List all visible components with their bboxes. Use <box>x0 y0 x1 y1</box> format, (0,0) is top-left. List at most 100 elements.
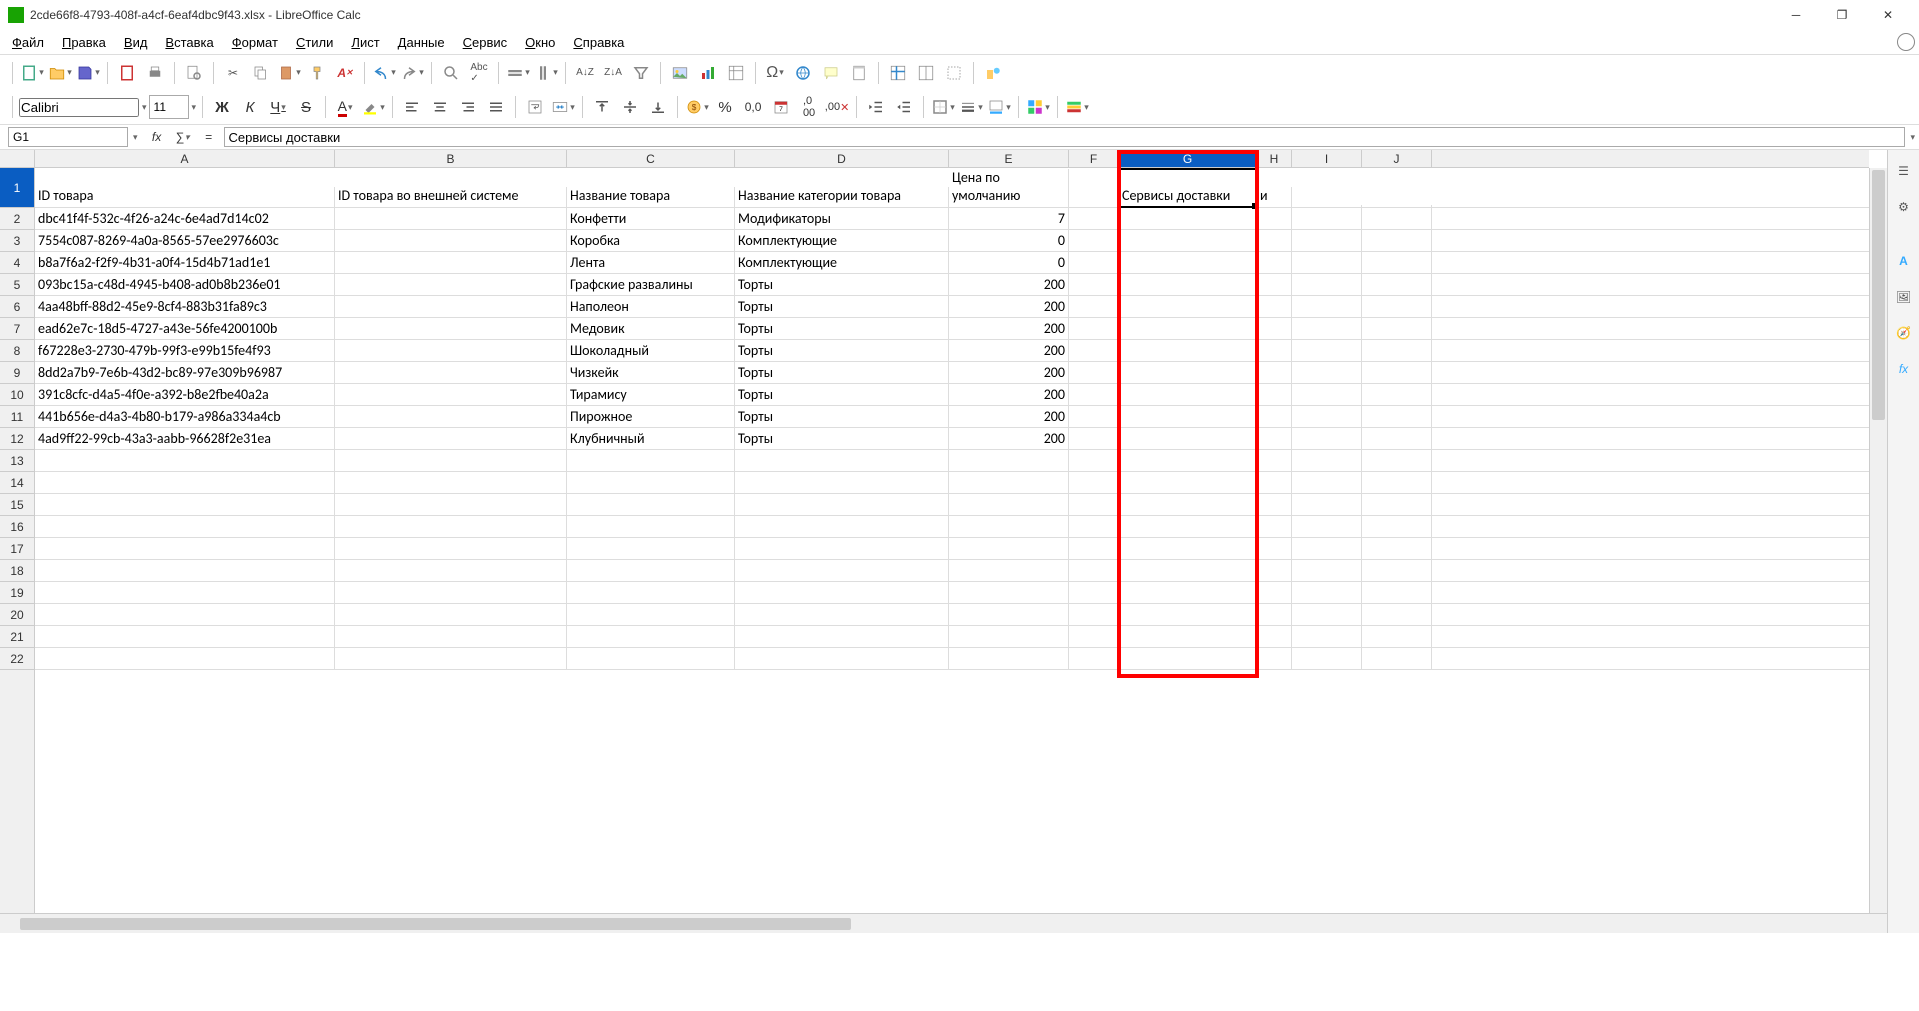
cell[interactable] <box>1069 472 1119 493</box>
cell[interactable] <box>1292 604 1362 625</box>
cell[interactable] <box>1119 406 1257 427</box>
cell[interactable] <box>1119 604 1257 625</box>
cell[interactable] <box>1362 626 1432 647</box>
cell[interactable] <box>1362 274 1432 295</box>
functions-icon[interactable]: fx <box>1891 356 1917 382</box>
wrap-text-button[interactable] <box>522 94 548 120</box>
cell[interactable] <box>1292 230 1362 251</box>
cell[interactable] <box>567 560 735 581</box>
cell[interactable] <box>1362 560 1432 581</box>
row-header-16[interactable]: 16 <box>0 516 34 538</box>
cell[interactable] <box>1119 472 1257 493</box>
properties-icon[interactable]: ⚙ <box>1891 194 1917 220</box>
menu-вставка[interactable]: Вставка <box>157 32 221 53</box>
cell[interactable] <box>335 252 567 273</box>
cell[interactable]: Наполеон <box>567 296 735 317</box>
row-headers[interactable]: 12345678910111213141516171819202122 <box>0 168 35 913</box>
cell[interactable] <box>1292 538 1362 559</box>
cell[interactable] <box>1292 648 1362 669</box>
cell[interactable] <box>735 494 949 515</box>
cell[interactable] <box>1257 626 1292 647</box>
sidebar-menu-icon[interactable]: ☰ <box>1891 158 1917 184</box>
cell[interactable]: Название категории товара <box>735 187 949 207</box>
row-header-22[interactable]: 22 <box>0 648 34 670</box>
cell[interactable] <box>1069 340 1119 361</box>
cell[interactable] <box>1069 428 1119 449</box>
cell[interactable]: 200 <box>949 318 1069 339</box>
row-header-18[interactable]: 18 <box>0 560 34 582</box>
spellcheck-button[interactable]: Abc✓ <box>466 60 492 86</box>
undo-button[interactable]: ▾ <box>371 60 397 86</box>
cell[interactable] <box>1257 428 1292 449</box>
cell[interactable] <box>1362 296 1432 317</box>
cell[interactable] <box>1362 205 1432 207</box>
cell[interactable]: ead62e7c-18d5-4727-a43e-56fe4200100b <box>35 318 335 339</box>
menu-вид[interactable]: Вид <box>116 32 156 53</box>
cell[interactable] <box>1362 538 1432 559</box>
cell[interactable]: Комплектующие <box>735 230 949 251</box>
cell[interactable] <box>567 450 735 471</box>
cell[interactable] <box>949 516 1069 537</box>
cell[interactable] <box>735 582 949 603</box>
cell[interactable]: dbc41f4f-532c-4f26-a24c-6e4ad7d14c02 <box>35 208 335 229</box>
clear-formatting-button[interactable]: A✕ <box>332 60 358 86</box>
minimize-button[interactable]: ─ <box>1773 0 1819 30</box>
cell[interactable] <box>1257 560 1292 581</box>
cell[interactable] <box>949 472 1069 493</box>
menu-окно[interactable]: Окно <box>517 32 563 53</box>
row-header-10[interactable]: 10 <box>0 384 34 406</box>
cell[interactable]: Комплектующие <box>735 252 949 273</box>
close-button[interactable]: ✕ <box>1865 0 1911 30</box>
cell[interactable] <box>1362 604 1432 625</box>
row-header-13[interactable]: 13 <box>0 450 34 472</box>
cell[interactable]: ID товара <box>35 187 335 207</box>
cell[interactable] <box>335 626 567 647</box>
paste-button[interactable]: ▾ <box>276 60 302 86</box>
cell[interactable] <box>1292 362 1362 383</box>
align-right-button[interactable] <box>455 94 481 120</box>
cell[interactable] <box>1069 205 1119 207</box>
cell[interactable] <box>949 494 1069 515</box>
row-header-12[interactable]: 12 <box>0 428 34 450</box>
cell[interactable] <box>1362 472 1432 493</box>
sort-asc-button[interactable]: A↓Z <box>572 60 598 86</box>
cell[interactable] <box>1362 406 1432 427</box>
cell[interactable] <box>335 428 567 449</box>
cell[interactable] <box>1257 296 1292 317</box>
cell-style-button[interactable]: ▾ <box>1025 94 1051 120</box>
column-header-D[interactable]: D <box>735 150 949 167</box>
cell[interactable] <box>567 516 735 537</box>
split-window-button[interactable] <box>913 60 939 86</box>
cell[interactable] <box>1257 582 1292 603</box>
redo-button[interactable]: ▾ <box>399 60 425 86</box>
cell[interactable] <box>567 582 735 603</box>
cell[interactable] <box>1119 538 1257 559</box>
cell[interactable] <box>1257 208 1292 229</box>
cell[interactable] <box>1119 274 1257 295</box>
cell[interactable] <box>735 516 949 537</box>
cell[interactable] <box>335 318 567 339</box>
cell[interactable] <box>1257 516 1292 537</box>
cell[interactable]: Тирамису <box>567 384 735 405</box>
menu-сервис[interactable]: Сервис <box>455 32 516 53</box>
styles-icon[interactable]: A <box>1891 248 1917 274</box>
cell[interactable]: 200 <box>949 296 1069 317</box>
navigator-icon[interactable]: 🧭 <box>1891 320 1917 346</box>
menu-правка[interactable]: Правка <box>54 32 114 53</box>
increase-indent-button[interactable] <box>863 94 889 120</box>
cell[interactable]: Торты <box>735 340 949 361</box>
cell[interactable] <box>1362 494 1432 515</box>
cell[interactable] <box>1119 560 1257 581</box>
cell[interactable]: Сервисы доставки <box>1119 187 1257 207</box>
cell[interactable]: 7554c087-8269-4a0a-8565-57ee2976603c <box>35 230 335 251</box>
cell[interactable] <box>1069 362 1119 383</box>
maximize-button[interactable]: ❐ <box>1819 0 1865 30</box>
cell[interactable] <box>1292 318 1362 339</box>
cut-button[interactable]: ✂ <box>220 60 246 86</box>
cell[interactable]: Торты <box>735 384 949 405</box>
cell[interactable]: 7 <box>949 208 1069 229</box>
cell[interactable] <box>567 626 735 647</box>
cell[interactable] <box>1292 560 1362 581</box>
cell[interactable] <box>35 582 335 603</box>
cell[interactable] <box>1257 230 1292 251</box>
